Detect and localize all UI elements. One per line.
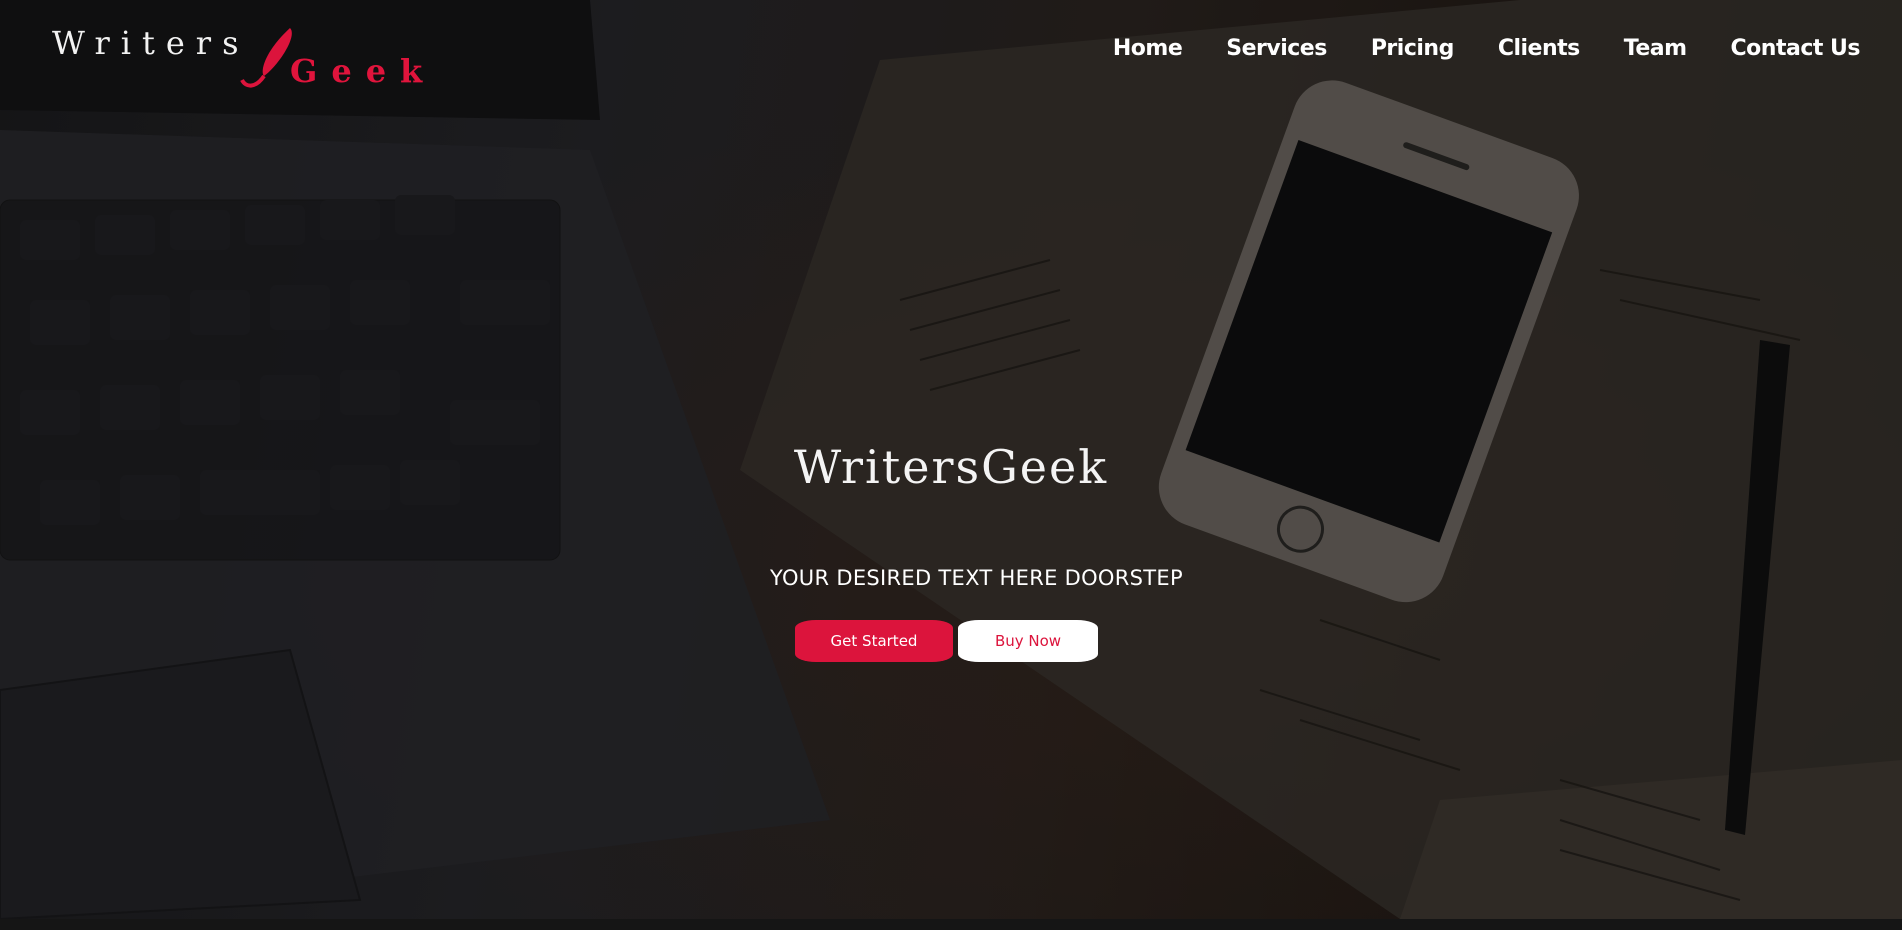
hero-tagline: YOUR DESIRED TEXT HERE DOORSTEP [770, 566, 1183, 590]
logo-word-geek: Geek [290, 52, 437, 90]
hero-title: WritersGeek [0, 440, 1902, 494]
nav-contact-us[interactable]: Contact Us [1731, 36, 1861, 61]
get-started-button[interactable]: Get Started [795, 620, 953, 662]
nav-home[interactable]: Home [1113, 36, 1183, 61]
nav-pricing[interactable]: Pricing [1371, 36, 1455, 61]
nav-services[interactable]: Services [1226, 36, 1327, 61]
nav-clients[interactable]: Clients [1498, 36, 1580, 61]
nav-team[interactable]: Team [1624, 36, 1687, 61]
main-nav: Home Services Pricing Clients Team Conta… [1113, 36, 1861, 61]
hero-title-text: WritersGeek [793, 440, 1109, 494]
page-bottom-strip [0, 919, 1902, 930]
hero-section: Writers Geek Home Services Pricing Clien… [0, 0, 1902, 919]
brand-logo[interactable]: Writers Geek [52, 18, 442, 90]
buy-now-button[interactable]: Buy Now [958, 620, 1098, 662]
logo-word-writers: Writers [52, 24, 250, 62]
